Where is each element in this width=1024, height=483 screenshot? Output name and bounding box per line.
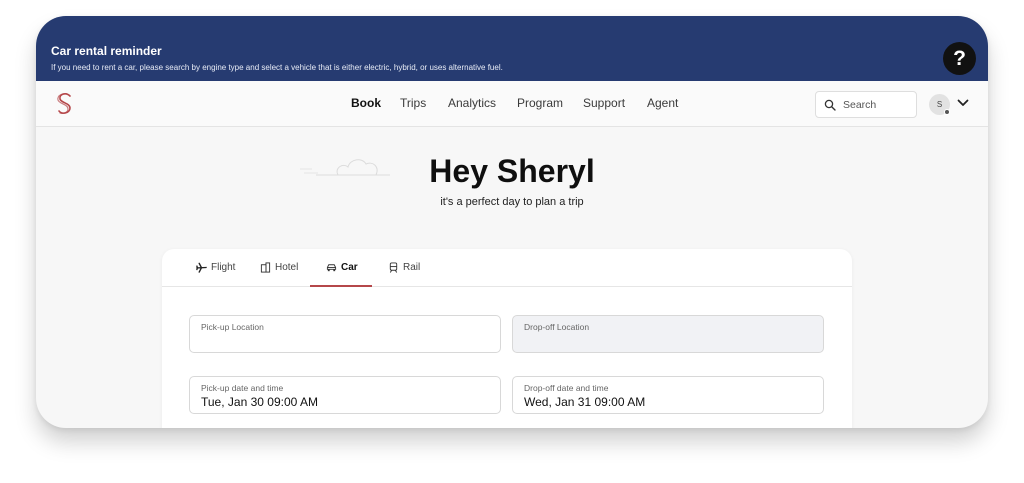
reminder-banner: Car rental reminder If you need to rent … (36, 16, 988, 81)
tab-label: Rail (403, 262, 421, 273)
nav-item-analytics[interactable]: Analytics (448, 96, 496, 110)
field-label: Drop-off Location (524, 322, 590, 332)
nav-item-agent[interactable]: Agent (647, 96, 678, 110)
field-label: Pick-up Location (201, 322, 264, 332)
search-input[interactable]: Search (815, 91, 917, 118)
banner-title: Car rental reminder (51, 44, 162, 58)
search-placeholder: Search (843, 99, 877, 111)
s-logo-icon[interactable] (56, 92, 74, 116)
field-value: Wed, Jan 31 09:00 AM (524, 395, 646, 409)
search-icon (824, 99, 836, 111)
field-label: Drop-off date and time (524, 383, 609, 393)
page-subtitle: it's a perfect day to plan a trip (440, 196, 584, 208)
field-label: Pick-up date and time (201, 383, 284, 393)
building-icon (260, 262, 271, 273)
dropoff-location-field[interactable]: Drop-off Location (512, 315, 824, 353)
help-button[interactable]: ? (943, 42, 976, 75)
train-icon (389, 262, 398, 273)
nav-item-trips[interactable]: Trips (400, 96, 426, 110)
nav-item-book[interactable]: Book (351, 96, 381, 110)
booking-card: Flight Hotel Car Rail Pick-up Location D… (162, 249, 852, 428)
top-nav: Book Trips Analytics Program Support Age… (36, 81, 988, 127)
car-icon (326, 264, 337, 272)
tab-label: Car (341, 262, 358, 273)
app-window: Car rental reminder If you need to rent … (36, 16, 988, 428)
tab-label: Hotel (275, 262, 299, 273)
field-value: Tue, Jan 30 09:00 AM (201, 395, 318, 409)
nav-item-support[interactable]: Support (583, 96, 625, 110)
active-tab-indicator (310, 285, 372, 287)
page-title: Hey Sheryl (429, 153, 595, 189)
booking-tabs: Flight Hotel Car Rail (162, 249, 852, 287)
pickup-location-field[interactable]: Pick-up Location (189, 315, 501, 353)
banner-text: If you need to rent a car, please search… (51, 63, 503, 72)
plane-icon (196, 262, 207, 273)
status-dot (944, 109, 950, 115)
tab-label: Flight (211, 262, 236, 273)
pickup-datetime-field[interactable]: Pick-up date and time Tue, Jan 30 09:00 … (189, 376, 501, 414)
nav-item-program[interactable]: Program (517, 96, 563, 110)
chevron-down-icon[interactable] (957, 98, 969, 108)
dropoff-datetime-field[interactable]: Drop-off date and time Wed, Jan 31 09:00… (512, 376, 824, 414)
